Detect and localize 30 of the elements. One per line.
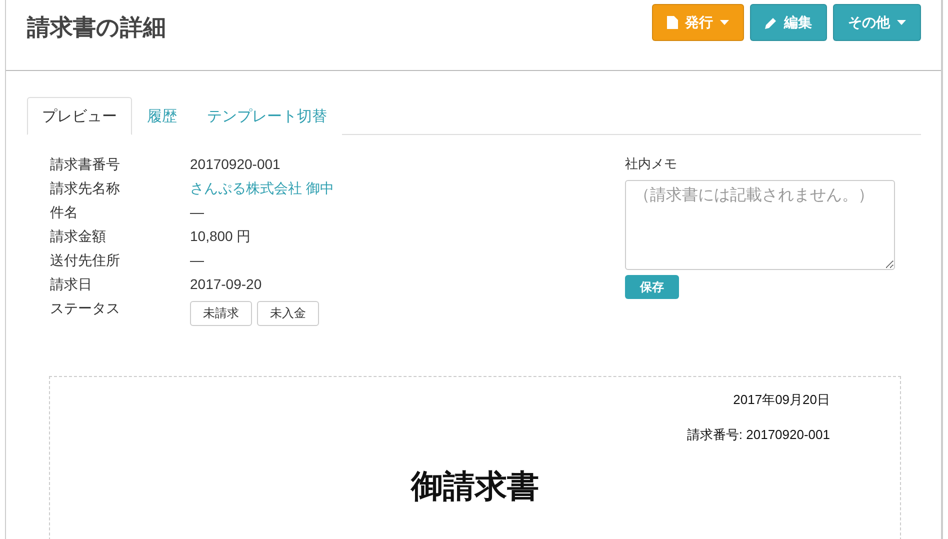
- field-label: 請求金額: [50, 227, 107, 246]
- field-label: 請求先名称: [50, 179, 121, 198]
- document-icon: [667, 16, 678, 29]
- status-badge: 未請求: [190, 301, 252, 326]
- memo-label: 社内メモ: [625, 155, 678, 173]
- caret-icon: [897, 20, 906, 25]
- field-value: 2017-09-20: [190, 275, 263, 294]
- caret-icon: [720, 20, 729, 25]
- field-label: 件名: [50, 203, 79, 222]
- field-value: 10,800 円: [190, 227, 252, 246]
- action-button[interactable]: 編集: [750, 4, 827, 41]
- invoice-title: 御請求書: [411, 467, 539, 506]
- memo-field[interactable]: （請求書には記載されません。）: [625, 180, 895, 270]
- field-value: —: [190, 251, 205, 270]
- field-label: 送付先住所: [50, 251, 121, 270]
- field-label: 請求日: [50, 275, 93, 294]
- tab[interactable]: プレビュー: [27, 97, 132, 135]
- invoice-number: 請求番号: 20170920-001: [686, 426, 830, 444]
- field-value: 20170920-001: [190, 155, 282, 174]
- save-button[interactable]: 保存: [625, 275, 679, 299]
- page-title: 請求書の詳細: [27, 13, 166, 42]
- field-label: ステータス: [50, 299, 121, 318]
- status-badge: 未入金: [257, 301, 319, 326]
- action-button[interactable]: 発行: [652, 4, 744, 41]
- field-label: 請求書番号: [50, 155, 121, 174]
- pencil-icon: [765, 16, 777, 28]
- invoice-date: 2017年09月20日: [733, 391, 830, 409]
- field-value: —: [190, 203, 205, 222]
- client-link[interactable]: さんぷる株式会社 御中: [190, 179, 334, 198]
- action-button[interactable]: その他: [833, 4, 921, 41]
